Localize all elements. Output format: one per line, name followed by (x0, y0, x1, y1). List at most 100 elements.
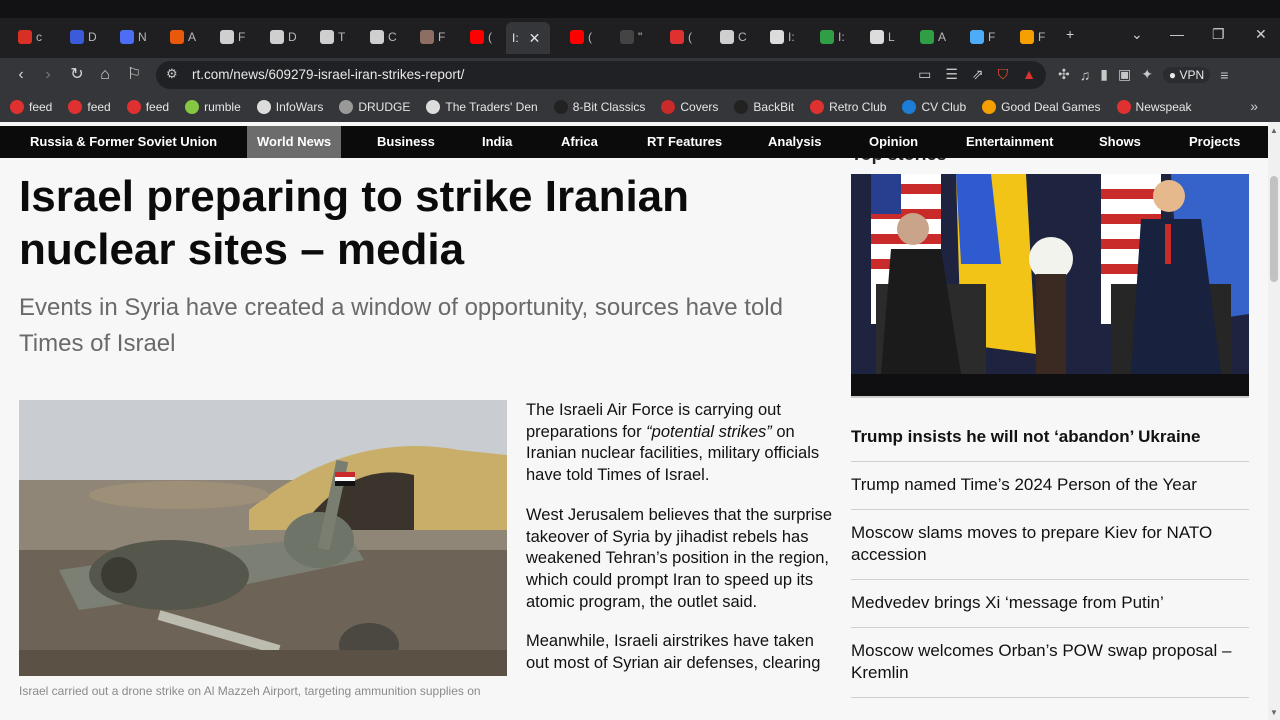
address-bar[interactable]: ⚙ rt.com/news/609279-israel-iran-strikes… (156, 61, 1046, 89)
wrecked-helicopter-image (19, 400, 507, 676)
bookmark-item[interactable]: Newspeak (1116, 100, 1192, 114)
reader-icon[interactable]: ☰ (945, 66, 958, 83)
lead-story-link[interactable]: Trump insists he will not ‘abandon’ Ukra… (851, 414, 1249, 462)
quote-emphasis: “potential strikes” (646, 422, 772, 441)
browser-tab[interactable]: ( (564, 24, 598, 50)
close-tab-icon[interactable]: ✕ (529, 30, 541, 47)
browser-tab[interactable]: L (864, 24, 901, 50)
tab-favicon-icon (570, 30, 584, 44)
browser-tab[interactable]: F (414, 24, 451, 50)
restore-icon[interactable]: ❐ (1212, 26, 1225, 43)
nav-item[interactable]: Opinion (859, 126, 928, 158)
back-icon[interactable]: ‹ (11, 65, 31, 85)
browser-tab[interactable]: N (114, 24, 153, 50)
bookmark-item[interactable]: rumble (185, 100, 241, 114)
vpn-button[interactable]: ● VPN (1162, 66, 1211, 83)
bookmark-favicon-icon (10, 100, 24, 114)
browser-tab[interactable]: ( (464, 24, 498, 50)
bookmark-item[interactable]: 8-Bit Classics (553, 100, 645, 114)
leo-ai-icon[interactable]: ✦ (1141, 66, 1153, 83)
browser-tab[interactable]: T (314, 24, 351, 50)
browser-tab[interactable]: I: (814, 24, 851, 50)
browser-tab[interactable]: c (12, 24, 48, 50)
photo-caption: Israel carried out a drone strike on Al … (19, 684, 481, 698)
tab-title: F (238, 30, 246, 44)
nav-item[interactable]: RT Features (637, 126, 732, 158)
nav-item[interactable]: Entertainment (956, 126, 1063, 158)
bookmark-item[interactable]: feed (126, 100, 169, 114)
paragraph-1: The Israeli Air Force is carrying out pr… (526, 400, 832, 487)
story-link[interactable]: Trump named Time’s 2024 Person of the Ye… (851, 462, 1249, 510)
bookmark-item[interactable]: Good Deal Games (982, 100, 1101, 114)
bookmark-item[interactable]: feed (68, 100, 111, 114)
scroll-up-icon[interactable]: ▲ (1270, 126, 1278, 135)
browser-tab[interactable]: D (64, 24, 103, 50)
browser-tab[interactable]: A (914, 24, 952, 50)
tab-favicon-icon (370, 30, 384, 44)
scroll-down-icon[interactable]: ▼ (1270, 708, 1278, 717)
browser-tab[interactable]: D (264, 24, 303, 50)
browser-tab[interactable]: F (214, 24, 251, 50)
bookmark-item[interactable]: Retro Club (810, 100, 886, 114)
bookmark-item[interactable]: InfoWars (256, 100, 323, 114)
story-link[interactable]: Medvedev brings Xi ‘message from Putin’ (851, 580, 1249, 628)
nav-item[interactable]: World News (247, 126, 342, 158)
bookmark-item[interactable]: feed (10, 100, 52, 114)
browser-tab[interactable]: ( (664, 24, 698, 50)
site-info-icon[interactable]: ⚙ (166, 66, 178, 82)
reload-icon[interactable]: ↻ (67, 65, 87, 85)
page-scrollbar[interactable]: ▲ ▼ (1268, 122, 1280, 720)
extensions-icon[interactable]: ✣ (1058, 66, 1070, 83)
tab-search-icon[interactable]: ⌄ (1131, 26, 1143, 43)
minimize-icon[interactable]: — (1170, 26, 1184, 42)
nav-item[interactable]: Africa (551, 126, 608, 158)
scrollbar-thumb[interactable] (1270, 176, 1278, 282)
bookmark-icon[interactable]: ⚐ (124, 65, 144, 85)
nav-item[interactable]: Projects (1179, 126, 1250, 158)
browser-tab[interactable]: F (964, 24, 1001, 50)
menu-icon[interactable]: ≡ (1220, 67, 1228, 83)
url-text[interactable]: rt.com/news/609279-israel-iran-strikes-r… (192, 67, 464, 82)
story-link[interactable]: Moscow slams moves to prepare Kiev for N… (851, 510, 1249, 580)
browser-tab[interactable]: F (1014, 24, 1051, 50)
browser-tab[interactable]: C (364, 24, 403, 50)
tab-favicon-icon (70, 30, 84, 44)
browser-tab[interactable]: I: (764, 24, 801, 50)
nav-item[interactable]: Russia & Former Soviet Union (20, 126, 227, 158)
wallet-icon[interactable]: ▣ (1118, 66, 1131, 83)
bookmark-label: Good Deal Games (1001, 100, 1101, 114)
browser-tab[interactable]: I: ✕ (506, 22, 550, 54)
brave-rewards-icon[interactable]: ▲ (1022, 66, 1036, 83)
bookmark-favicon-icon (553, 100, 568, 114)
cast-icon[interactable]: ▭ (918, 66, 931, 83)
nav-item[interactable]: Analysis (758, 126, 831, 158)
nav-item[interactable]: Business (367, 126, 445, 158)
tab-favicon-icon (170, 30, 184, 44)
music-icon[interactable]: ♫ (1080, 67, 1091, 83)
story-link[interactable]: Moscow welcomes Orban’s POW swap proposa… (851, 628, 1249, 698)
new-tab-button[interactable]: + (1066, 26, 1074, 42)
brave-shields-icon[interactable]: ⛉ (998, 66, 1009, 83)
home-icon[interactable]: ⌂ (95, 65, 115, 85)
browser-tab[interactable]: A (164, 24, 202, 50)
bookmark-item[interactable]: BackBit (734, 100, 794, 114)
nav-item[interactable]: Shows (1089, 126, 1151, 158)
nav-item[interactable]: India (472, 126, 522, 158)
article-photo[interactable] (19, 400, 507, 676)
bookmark-item[interactable]: The Traders' Den (426, 100, 538, 114)
browser-tab[interactable]: " (614, 24, 648, 50)
browser-tab[interactable]: C (714, 24, 753, 50)
tab-title: I: (788, 30, 795, 44)
bookmark-item[interactable]: Covers (661, 100, 718, 114)
bookmark-item[interactable]: CV Club (902, 100, 966, 114)
close-window-icon[interactable]: ✕ (1255, 26, 1267, 43)
top-story-photo[interactable] (851, 174, 1249, 398)
share-icon[interactable]: ⇗ (972, 66, 984, 83)
tab-favicon-icon (220, 30, 234, 44)
sidebar-icon[interactable]: ▮ (1100, 66, 1108, 83)
forward-icon[interactable]: › (38, 65, 58, 85)
bookmark-favicon-icon (982, 100, 997, 114)
bookmarks-overflow-icon[interactable]: » (1250, 98, 1258, 114)
bookmark-item[interactable]: DRUDGE (339, 100, 410, 114)
bookmark-label: rumble (204, 100, 241, 114)
